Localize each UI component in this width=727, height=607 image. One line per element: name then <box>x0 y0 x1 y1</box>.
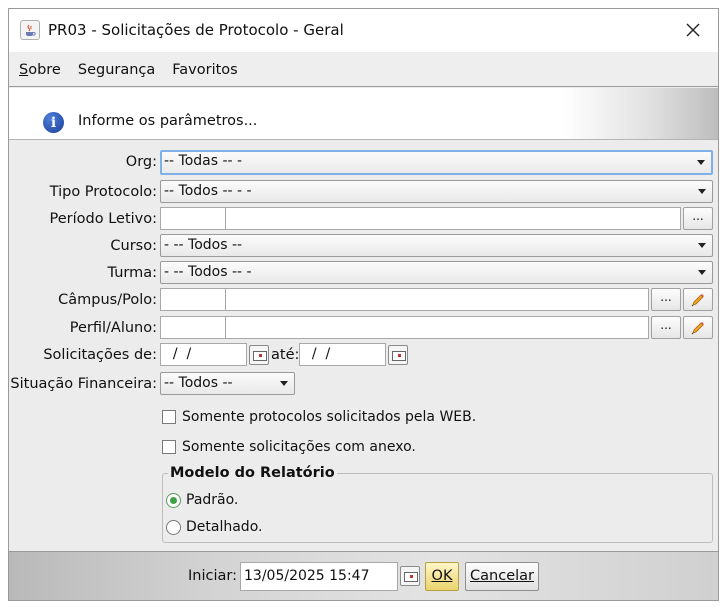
chevron-down-icon <box>280 381 288 386</box>
somente-web-label: Somente protocolos solicitados pela WEB. <box>182 409 477 425</box>
info-icon: i <box>43 112 64 133</box>
periodo-letivo-label: Período Letivo: <box>49 211 158 227</box>
ok-button[interactable]: OK <box>425 562 459 591</box>
org-label: Org: <box>125 154 157 170</box>
bottom-bar: Iniciar: 13/05/2025 15:47 OK Cancelar <box>9 551 718 600</box>
modelo-relatorio-title: Modelo do Relatório <box>168 465 337 481</box>
campus-polo-edit-button[interactable] <box>683 288 713 311</box>
perfil-aluno-description-input[interactable] <box>225 316 649 339</box>
radio-padrao-label: Padrão. <box>186 492 239 508</box>
campus-polo-label: Câmpus/Polo: <box>58 292 157 308</box>
campus-polo-browse-button[interactable]: ... <box>651 288 681 311</box>
perfil-aluno-label: Perfil/Aluno: <box>69 320 157 336</box>
turma-label: Turma: <box>107 265 157 281</box>
menu-sobre[interactable]: Sobre <box>19 62 61 78</box>
campus-polo-code-input[interactable] <box>160 288 226 311</box>
radio-detalhado-row[interactable]: Detalhado. <box>166 519 262 535</box>
chevron-down-icon <box>698 189 706 194</box>
perfil-aluno-browse-button[interactable]: ... <box>651 316 681 339</box>
perfil-aluno-edit-button[interactable] <box>683 316 713 339</box>
periodo-letivo-code-input[interactable] <box>160 207 226 230</box>
info-panel: i Informe os parâmetros... <box>9 88 718 140</box>
chevron-down-icon <box>697 160 705 165</box>
close-button[interactable] <box>680 17 706 43</box>
org-select[interactable]: -- Todas -- - <box>160 150 713 175</box>
pencil-icon <box>691 321 704 334</box>
solicitacoes-de-label: Solicitações de: <box>43 347 157 363</box>
curso-label: Curso: <box>110 238 157 254</box>
cancel-button[interactable]: Cancelar <box>465 562 539 591</box>
situacao-financeira-select[interactable]: -- Todos -- <box>160 372 295 395</box>
solicitacoes-from-date-input[interactable]: / / <box>160 343 247 366</box>
curso-select[interactable]: - -- Todos -- <box>160 234 713 257</box>
somente-web-checkbox[interactable] <box>162 410 176 424</box>
calendar-icon[interactable] <box>388 345 408 365</box>
menu-bar: Sobre Segurança Favoritos <box>9 53 718 87</box>
menu-favoritos[interactable]: Favoritos <box>172 62 237 78</box>
main-window: PR03 - Solicitações de Protocolo - Geral… <box>8 8 719 601</box>
tipo-protocolo-label: Tipo Protocolo: <box>49 184 157 200</box>
somente-anexo-checkbox-row[interactable]: Somente solicitações com anexo. <box>162 439 416 455</box>
iniciar-label: Iniciar: <box>188 568 237 584</box>
ate-label: até: <box>271 347 300 363</box>
java-app-icon <box>20 20 40 40</box>
somente-web-checkbox-row[interactable]: Somente protocolos solicitados pela WEB. <box>162 409 476 425</box>
close-icon <box>686 23 700 37</box>
radio-detalhado-label: Detalhado. <box>186 519 263 535</box>
periodo-letivo-browse-button[interactable]: ... <box>683 207 713 230</box>
periodo-letivo-description-input[interactable] <box>225 207 681 230</box>
chevron-down-icon <box>698 270 706 275</box>
calendar-icon[interactable] <box>400 566 420 586</box>
radio-padrao[interactable] <box>166 492 181 508</box>
turma-select[interactable]: - -- Todos -- - <box>160 261 713 284</box>
tipo-protocolo-select[interactable]: -- Todos -- - - <box>160 180 713 203</box>
info-message: Informe os parâmetros... <box>78 113 258 129</box>
solicitacoes-to-date-input[interactable]: / / <box>299 343 386 366</box>
pencil-icon <box>691 293 704 306</box>
menu-seguranca[interactable]: Segurança <box>78 62 155 78</box>
situacao-financeira-label: Situação Financeira: <box>10 376 157 392</box>
somente-anexo-checkbox[interactable] <box>162 440 176 454</box>
calendar-icon[interactable] <box>249 345 269 365</box>
title-bar: PR03 - Solicitações de Protocolo - Geral <box>9 9 718 52</box>
campus-polo-description-input[interactable] <box>225 288 649 311</box>
perfil-aluno-code-input[interactable] <box>160 316 226 339</box>
somente-anexo-label: Somente solicitações com anexo. <box>182 439 416 455</box>
window-title: PR03 - Solicitações de Protocolo - Geral <box>48 21 344 39</box>
chevron-down-icon <box>698 243 706 248</box>
iniciar-datetime-input[interactable]: 13/05/2025 15:47 <box>240 562 398 591</box>
radio-detalhado[interactable] <box>166 519 181 535</box>
radio-padrao-row[interactable]: Padrão. <box>166 492 238 508</box>
